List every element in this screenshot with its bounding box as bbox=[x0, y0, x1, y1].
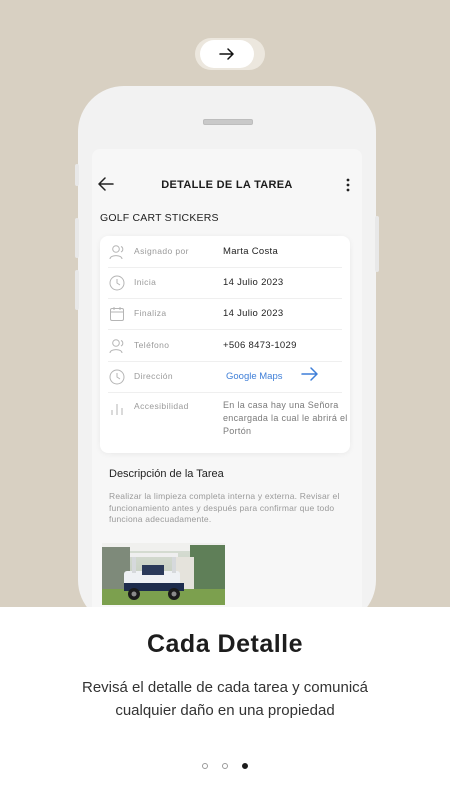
golf-cart-image bbox=[102, 543, 225, 605]
more-vertical-icon[interactable] bbox=[346, 178, 350, 192]
detail-row-start: Inicia 14 Julio 2023 bbox=[108, 267, 342, 299]
phone-number-link[interactable]: +506 8473-1029 bbox=[223, 340, 297, 351]
phone-speaker bbox=[203, 119, 253, 125]
clock-icon bbox=[109, 369, 125, 385]
google-maps-link[interactable]: Google Maps bbox=[226, 371, 283, 382]
next-button[interactable] bbox=[200, 40, 254, 68]
page-indicator bbox=[0, 763, 450, 769]
detail-row-phone: Teléfono +506 8473-1029 bbox=[108, 330, 342, 362]
bar-chart-icon bbox=[111, 404, 123, 415]
onboarding-subtitle: Revisá el detalle de cada tarea y comuni… bbox=[82, 679, 368, 719]
clock-icon bbox=[109, 275, 125, 291]
detail-label: Inicia bbox=[134, 277, 157, 287]
phone-side-button bbox=[75, 164, 79, 186]
detail-row-end: Finaliza 14 Julio 2023 bbox=[108, 298, 342, 330]
detail-row-address: Dirección Google Maps bbox=[108, 361, 342, 393]
detail-label: Finaliza bbox=[134, 308, 167, 318]
detail-row-assigned: Asignado por Marta Costa bbox=[108, 236, 342, 268]
detail-value: En la casa hay una Señora encargada la c… bbox=[223, 400, 348, 436]
app-screen: DETALLE DE LA TAREA GOLF CART STICKERS A… bbox=[92, 149, 362, 649]
detail-label: Dirección bbox=[134, 371, 174, 381]
detail-row-accessibility: Accesibilidad En la casa hay una Señora … bbox=[108, 393, 347, 451]
phone-side-button bbox=[75, 270, 79, 310]
task-name: GOLF CART STICKERS bbox=[100, 212, 219, 224]
user-icon bbox=[109, 339, 124, 354]
arrow-right-icon[interactable] bbox=[301, 366, 319, 382]
phone-mockup: DETALLE DE LA TAREA GOLF CART STICKERS A… bbox=[75, 86, 379, 649]
user-icon bbox=[109, 245, 124, 260]
onboarding-headline: Cada Detalle bbox=[146, 630, 304, 658]
detail-value: 14 Julio 2023 bbox=[223, 308, 284, 319]
phone-side-button bbox=[75, 218, 79, 258]
arrow-right-icon bbox=[219, 48, 234, 60]
task-details-card: Asignado por Marta Costa Inicia 14 Julio… bbox=[100, 236, 350, 453]
calendar-icon bbox=[110, 307, 124, 321]
detail-value: Marta Costa bbox=[223, 246, 279, 257]
description-text: Realizar la limpieza completa interna y … bbox=[109, 491, 340, 524]
task-photo[interactable] bbox=[102, 543, 225, 605]
phone-side-button bbox=[375, 216, 379, 272]
page-dot[interactable] bbox=[222, 763, 228, 769]
page-dot[interactable] bbox=[202, 763, 208, 769]
detail-label: Accesibilidad bbox=[134, 401, 189, 411]
description-title: Descripción de la Tarea bbox=[109, 468, 224, 480]
page-title: DETALLE DE LA TAREA bbox=[161, 179, 293, 191]
app-topbar: DETALLE DE LA TAREA bbox=[92, 171, 362, 201]
page-dot-active[interactable] bbox=[242, 763, 248, 769]
detail-value: 14 Julio 2023 bbox=[223, 277, 284, 288]
detail-label: Asignado por bbox=[134, 246, 189, 256]
detail-label: Teléfono bbox=[134, 340, 170, 350]
